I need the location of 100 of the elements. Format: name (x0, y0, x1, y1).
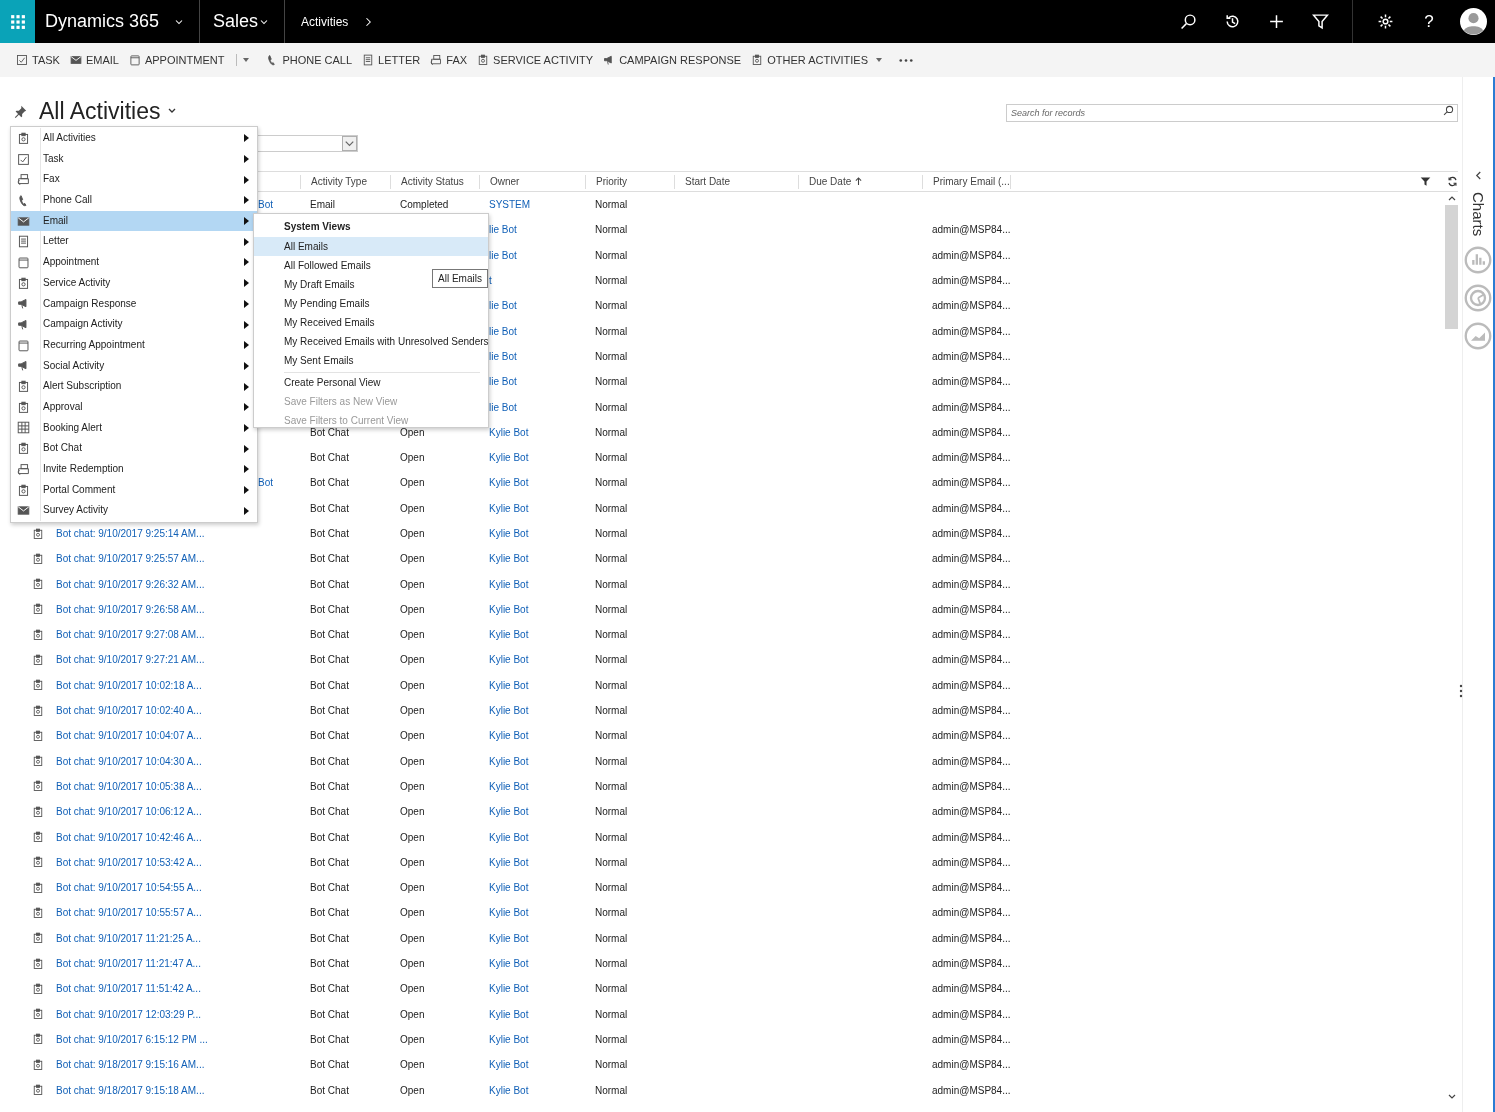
owner-link[interactable]: lie Bot (489, 376, 517, 388)
owner-link[interactable]: Kylie Bot (489, 578, 529, 590)
subject-link[interactable]: Bot chat: 9/10/2017 10:05:38 A... (56, 780, 202, 792)
column-header[interactable]: Activity Type (300, 174, 390, 189)
owner-link[interactable]: Kylie Bot (489, 1059, 529, 1071)
menu-item[interactable]: Appointment (11, 252, 257, 273)
command-button[interactable]: SERVICE ACTIVITY (475, 47, 602, 73)
submenu-item[interactable]: My Sent Emails (254, 351, 488, 370)
menu-item[interactable]: Bot Chat (11, 438, 257, 459)
command-button[interactable]: TASK (14, 47, 68, 73)
subject-link[interactable]: Bot chat: 9/10/2017 10:02:18 A... (56, 679, 202, 691)
menu-item[interactable]: Social Activity (11, 355, 257, 377)
subject-link[interactable]: Bot chat: 9/10/2017 9:27:08 AM... (56, 629, 205, 641)
subject-link[interactable]: Bot chat: 9/10/2017 9:25:57 AM... (56, 553, 205, 565)
subject-link[interactable]: Bot chat: 9/10/2017 11:51:42 A... (56, 983, 201, 995)
menu-item[interactable]: Campaign Response (11, 293, 257, 315)
app-launcher-button[interactable] (0, 0, 35, 43)
collapse-button[interactable] (1474, 171, 1482, 180)
help-button[interactable]: ? (1407, 0, 1451, 43)
menu-item[interactable]: Service Activity (11, 272, 257, 294)
owner-link[interactable]: Kylie Bot (489, 780, 529, 792)
pane-resize-handle[interactable] (1459, 684, 1463, 698)
column-header[interactable]: Activity Status (390, 174, 479, 189)
subject-link[interactable]: Bot (258, 477, 273, 489)
owner-link[interactable]: t (489, 275, 492, 287)
owner-link[interactable]: Kylie Bot (489, 477, 529, 489)
command-button[interactable]: EMAIL (67, 47, 127, 73)
subject-link[interactable]: Bot chat: 9/10/2017 9:26:32 AM... (56, 578, 205, 590)
submenu-item[interactable]: My Received Emails with Unresolved Senders (254, 332, 488, 351)
subject-link[interactable]: Bot chat: 9/10/2017 10:53:42 A... (56, 856, 202, 868)
submenu-item[interactable]: My Received Emails (254, 313, 488, 332)
subject-link[interactable]: Bot chat: 9/10/2017 10:55:57 A... (56, 907, 202, 919)
owner-link[interactable]: Kylie Bot (489, 856, 529, 868)
owner-link[interactable]: Kylie Bot (489, 907, 529, 919)
command-button[interactable]: CAMPAIGN RESPONSE (601, 47, 750, 73)
menu-item[interactable]: Invite Redemption (11, 459, 257, 480)
owner-link[interactable]: Kylie Bot (489, 882, 529, 894)
owner-link[interactable]: Kylie Bot (489, 603, 529, 615)
owner-link[interactable]: Kylie Bot (489, 958, 529, 970)
submenu-item[interactable]: My Pending Emails (254, 294, 488, 313)
refresh-button[interactable] (1447, 176, 1458, 187)
subject-link[interactable]: Bot chat: 9/10/2017 10:04:07 A... (56, 730, 202, 742)
subject-link[interactable]: Bot chat: 9/10/2017 10:02:40 A... (56, 705, 202, 717)
menu-item[interactable]: Phone Call (11, 190, 257, 211)
menu-item[interactable]: Email (11, 210, 257, 232)
owner-link[interactable]: Kylie Bot (489, 679, 529, 691)
owner-link[interactable]: Kylie Bot (489, 1008, 529, 1020)
breadcrumb-link[interactable]: Activities (285, 0, 389, 43)
owner-link[interactable]: lie Bot (489, 224, 517, 236)
owner-link[interactable]: Kylie Bot (489, 755, 529, 767)
owner-link[interactable]: Kylie Bot (489, 452, 529, 464)
owner-link[interactable]: lie Bot (489, 325, 517, 337)
command-button[interactable]: OTHER ACTIVITIES (749, 47, 892, 73)
owner-link[interactable]: lie Bot (489, 300, 517, 312)
subject-link[interactable]: Bot chat: 9/10/2017 10:54:55 A... (56, 882, 202, 894)
menu-item[interactable]: Approval (11, 396, 257, 418)
filter-button[interactable] (1420, 176, 1431, 187)
owner-link[interactable]: Kylie Bot (489, 1084, 529, 1096)
scrollbar-thumb[interactable] (1445, 205, 1458, 329)
command-button[interactable]: FAX (428, 47, 476, 73)
subject-link[interactable]: Bot chat: 9/10/2017 11:21:25 A... (56, 932, 201, 944)
column-header[interactable]: Due Date (798, 174, 922, 189)
command-button[interactable]: LETTER (360, 47, 429, 73)
subject-link[interactable]: Bot chat: 9/10/2017 11:21:47 A... (56, 958, 201, 970)
menu-item[interactable]: Recurring Appointment (11, 334, 257, 356)
owner-link[interactable]: Kylie Bot (489, 629, 529, 641)
menu-item[interactable]: Letter (11, 231, 257, 253)
menu-item[interactable]: Campaign Activity (11, 314, 257, 335)
submenu-item[interactable]: All Emails (254, 237, 488, 256)
subject-link[interactable]: Bot chat: 9/18/2017 9:15:18 AM... (56, 1084, 205, 1096)
subject-link[interactable]: Bot chat: 9/10/2017 12:03:29 P... (56, 1008, 201, 1020)
column-header[interactable]: Start Date (674, 174, 798, 189)
view-title-button[interactable]: All Activities (39, 97, 177, 125)
subject-link[interactable]: Bot chat: 9/10/2017 10:06:12 A... (56, 806, 202, 818)
subject-link[interactable]: Bot chat: 9/10/2017 9:27:21 AM... (56, 654, 205, 666)
menu-item[interactable]: Task (11, 148, 257, 170)
subject-link[interactable]: Bot chat: 9/10/2017 6:15:12 PM ... (56, 1033, 208, 1045)
owner-link[interactable]: SYSTEM (489, 199, 531, 211)
menu-item[interactable]: Portal Comment (11, 479, 257, 501)
owner-link[interactable]: Kylie Bot (489, 705, 529, 717)
owner-link[interactable]: Kylie Bot (489, 426, 529, 438)
menu-item[interactable]: Fax (11, 169, 257, 191)
owner-link[interactable]: Kylie Bot (489, 553, 529, 565)
subject-link[interactable]: Bot chat: 9/10/2017 9:26:58 AM... (56, 603, 205, 615)
menu-item[interactable]: Booking Alert (11, 417, 257, 439)
command-button[interactable]: APPOINTMENT (126, 47, 233, 73)
search-field[interactable]: Search for records (1006, 104, 1458, 122)
owner-link[interactable]: Kylie Bot (489, 654, 529, 666)
subject-link[interactable]: Bot (258, 199, 273, 211)
owner-link[interactable]: Kylie Bot (489, 831, 529, 843)
column-header[interactable]: Priority (585, 174, 674, 189)
owner-link[interactable]: Kylie Bot (489, 730, 529, 742)
command-button[interactable]: PHONE CALL (264, 47, 361, 73)
owner-link[interactable]: Kylie Bot (489, 502, 529, 514)
submenu-item[interactable]: Create Personal View (254, 373, 488, 392)
owner-link[interactable]: lie Bot (489, 401, 517, 413)
owner-link[interactable]: Kylie Bot (489, 806, 529, 818)
subject-link[interactable]: Bot chat: 9/10/2017 10:04:30 A... (56, 755, 202, 767)
subject-link[interactable]: Bot chat: 9/10/2017 9:25:14 AM... (56, 528, 205, 539)
owner-link[interactable]: Kylie Bot (489, 528, 529, 539)
